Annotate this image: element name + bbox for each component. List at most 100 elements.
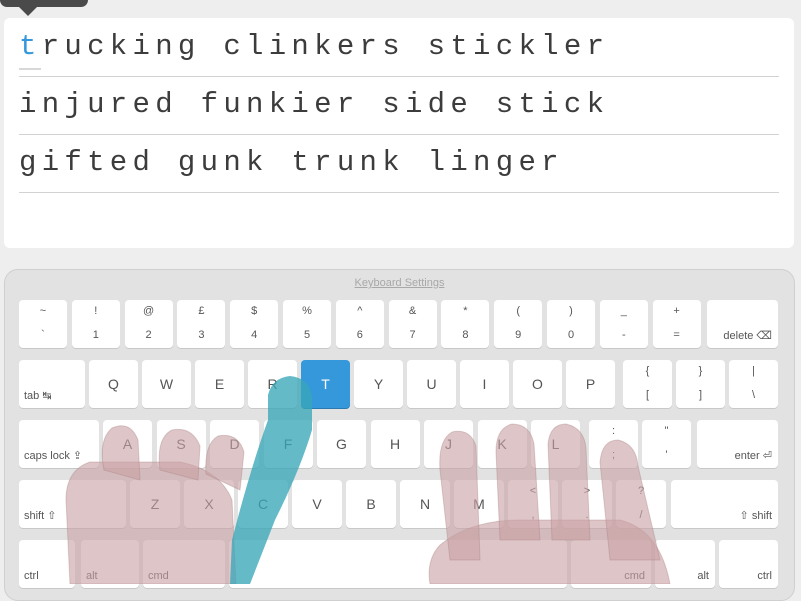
key-row3-sym-0[interactable]: :; bbox=[589, 420, 638, 468]
key-k[interactable]: K bbox=[477, 420, 527, 468]
key-row2-sym-1[interactable]: }] bbox=[676, 360, 725, 408]
key-p[interactable]: P bbox=[566, 360, 615, 408]
key-q[interactable]: Q bbox=[89, 360, 138, 408]
key-label: E bbox=[214, 376, 225, 392]
current-char: t bbox=[19, 30, 42, 63]
key-label: Q bbox=[108, 376, 119, 392]
key-num-2[interactable]: @2 bbox=[124, 300, 173, 348]
key-x[interactable]: X bbox=[184, 480, 234, 528]
key-label: cmd bbox=[624, 570, 645, 582]
key-label: H bbox=[389, 436, 401, 452]
key-label: 3 bbox=[198, 329, 205, 341]
key-label: 7 bbox=[409, 329, 416, 341]
key-num-5[interactable]: % 5 bbox=[283, 300, 331, 348]
key-label: ; bbox=[611, 449, 616, 461]
key-num-10[interactable]: ) 0 bbox=[547, 300, 595, 348]
key-n[interactable]: N bbox=[400, 480, 450, 528]
key-label: F bbox=[283, 436, 293, 452]
key-label: 1 bbox=[92, 329, 99, 341]
shift-right-key[interactable]: ⇧ shift bbox=[671, 480, 778, 528]
key-label: caps lock ⇪ bbox=[24, 450, 83, 462]
key-label: { bbox=[645, 365, 650, 377]
key-m[interactable]: M bbox=[454, 480, 504, 528]
tab-key[interactable]: tab ↹ bbox=[19, 360, 85, 408]
delete-key[interactable]: delete ⌫ bbox=[707, 300, 778, 348]
shift-left-key[interactable]: shift ⇧ bbox=[19, 480, 126, 528]
key-num-12[interactable]: + = bbox=[652, 300, 701, 348]
key-label: : bbox=[611, 425, 616, 437]
key-label: ^ bbox=[357, 305, 363, 317]
key-label: ? bbox=[637, 485, 645, 497]
key-num-7[interactable]: & 7 bbox=[388, 300, 437, 348]
key-num-4[interactable]: $4 bbox=[230, 300, 279, 348]
key-label: & bbox=[408, 305, 417, 317]
key-g[interactable]: G bbox=[317, 420, 366, 468]
key-f[interactable]: F bbox=[263, 420, 313, 468]
key-t[interactable]: T bbox=[301, 360, 350, 408]
key-h[interactable]: H bbox=[370, 420, 420, 468]
key-label: < bbox=[529, 485, 537, 497]
key-row4-sym-0[interactable]: <, bbox=[508, 480, 558, 528]
key-label: M bbox=[473, 496, 485, 512]
space-key[interactable] bbox=[229, 540, 567, 588]
key-row4-sym-2[interactable]: ? / bbox=[616, 480, 666, 528]
cmd-left-key[interactable]: cmd bbox=[143, 540, 225, 588]
key-row2-sym-2[interactable]: | \ bbox=[729, 360, 778, 408]
key-label: ' bbox=[665, 449, 668, 461]
key-label: ~ bbox=[39, 305, 47, 317]
text-line-1-rest: rucking clinkers stickler bbox=[41, 30, 610, 63]
key-u[interactable]: U bbox=[407, 360, 456, 408]
key-a[interactable]: A bbox=[103, 420, 152, 468]
enter-key[interactable]: enter ⏎ bbox=[697, 420, 778, 468]
key-c[interactable]: C bbox=[238, 480, 288, 528]
keyboard-settings-link[interactable]: Keyboard Settings bbox=[5, 277, 794, 289]
key-label: tab ↹ bbox=[24, 390, 52, 402]
alt-left-key[interactable]: alt bbox=[81, 540, 139, 588]
key-label: S bbox=[176, 436, 186, 452]
key-row2-sym-0[interactable]: {[ bbox=[623, 360, 672, 408]
key-label: / bbox=[639, 509, 643, 521]
tooltip-arrow bbox=[19, 7, 37, 16]
key-v[interactable]: V bbox=[292, 480, 342, 528]
caps-lock-key[interactable]: caps lock ⇪ bbox=[19, 420, 99, 468]
key-num-8[interactable]: * 8 bbox=[441, 300, 490, 348]
key-label: 4 bbox=[251, 329, 258, 341]
key-s[interactable]: S bbox=[156, 420, 206, 468]
key-j[interactable]: J bbox=[424, 420, 473, 468]
key-label: D bbox=[229, 436, 240, 452]
key-label: V bbox=[312, 496, 322, 512]
key-d[interactable]: D bbox=[210, 420, 259, 468]
key-label: * bbox=[463, 305, 468, 317]
key-label: G bbox=[336, 436, 347, 452]
key-num-9[interactable]: (9 bbox=[494, 300, 543, 348]
key-num-6[interactable]: ^ 6 bbox=[335, 300, 384, 348]
key-label: ( bbox=[516, 305, 521, 317]
cmd-right-key[interactable]: cmd bbox=[571, 540, 651, 588]
key-i[interactable]: I bbox=[460, 360, 509, 408]
key-label: \ bbox=[751, 389, 756, 401]
key-num-11[interactable]: _ - bbox=[599, 300, 648, 348]
key-row4-sym-1[interactable]: >. bbox=[562, 480, 612, 528]
key-num-1[interactable]: ! 1 bbox=[71, 300, 120, 348]
key-label: A bbox=[122, 436, 133, 452]
key-o[interactable]: O bbox=[513, 360, 562, 408]
alt-right-key[interactable]: alt bbox=[655, 540, 715, 588]
key-r[interactable]: R bbox=[248, 360, 297, 408]
ctrl-left-key[interactable]: ctrl bbox=[19, 540, 75, 588]
key-y[interactable]: Y bbox=[354, 360, 403, 408]
key-label: 5 bbox=[303, 329, 311, 341]
key-l[interactable]: L bbox=[531, 420, 580, 468]
key-num-3[interactable]: £3 bbox=[177, 300, 226, 348]
key-b[interactable]: B bbox=[346, 480, 396, 528]
ctrl-right-key[interactable]: ctrl bbox=[719, 540, 778, 588]
key-label: 6 bbox=[356, 329, 363, 341]
key-w[interactable]: W bbox=[142, 360, 191, 408]
key-row3-sym-1[interactable]: " ' bbox=[642, 420, 691, 468]
key-z[interactable]: Z bbox=[130, 480, 180, 528]
key-num-0[interactable]: ~ ` bbox=[19, 300, 67, 348]
key-label: I bbox=[482, 376, 487, 392]
key-label: W bbox=[159, 376, 174, 392]
key-label: ` bbox=[41, 329, 45, 341]
key-e[interactable]: E bbox=[195, 360, 244, 408]
key-label: ! bbox=[94, 305, 98, 317]
